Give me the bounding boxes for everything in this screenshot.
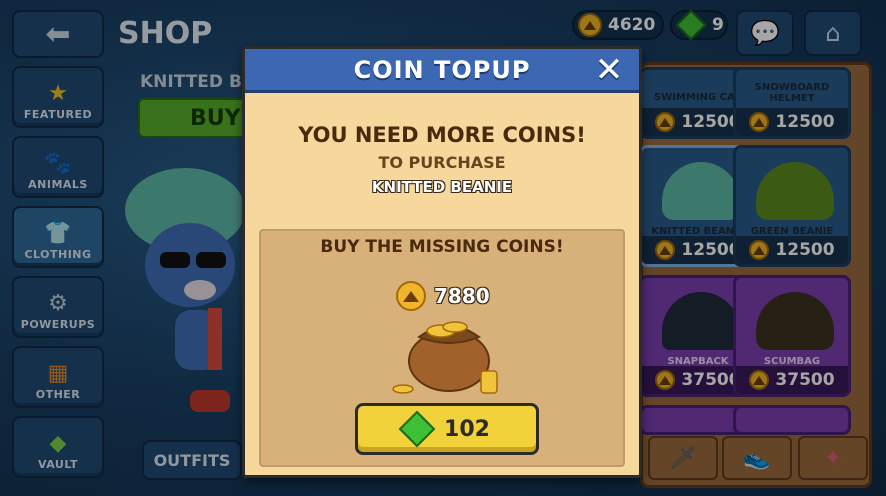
coin-bag-icon <box>392 321 498 394</box>
dialog-header: COIN TOPUP ✕ <box>245 49 639 93</box>
to-purchase-label: TO PURCHASE <box>378 153 506 172</box>
gem-icon <box>398 410 436 448</box>
buy-with-gems-button[interactable]: 102 <box>355 403 539 455</box>
missing-coins-value: 7880 <box>434 284 490 308</box>
dialog-title: COIN TOPUP <box>353 55 531 84</box>
coin-topup-dialog: COIN TOPUP ✕ YOU NEED MORE COINS! TO PUR… <box>242 46 642 478</box>
buy-missing-panel: BUY THE MISSING COINS! 7880 102 <box>259 229 625 467</box>
buy-missing-title: BUY THE MISSING COINS! <box>320 237 564 257</box>
missing-coins: 7880 <box>396 281 490 311</box>
need-coins-message: YOU NEED MORE COINS! <box>298 123 586 147</box>
close-icon[interactable]: ✕ <box>591 52 627 88</box>
gem-price: 102 <box>444 416 490 442</box>
coin-icon <box>396 281 426 311</box>
purchase-item-name: KNITTED BEANIE <box>371 178 513 196</box>
